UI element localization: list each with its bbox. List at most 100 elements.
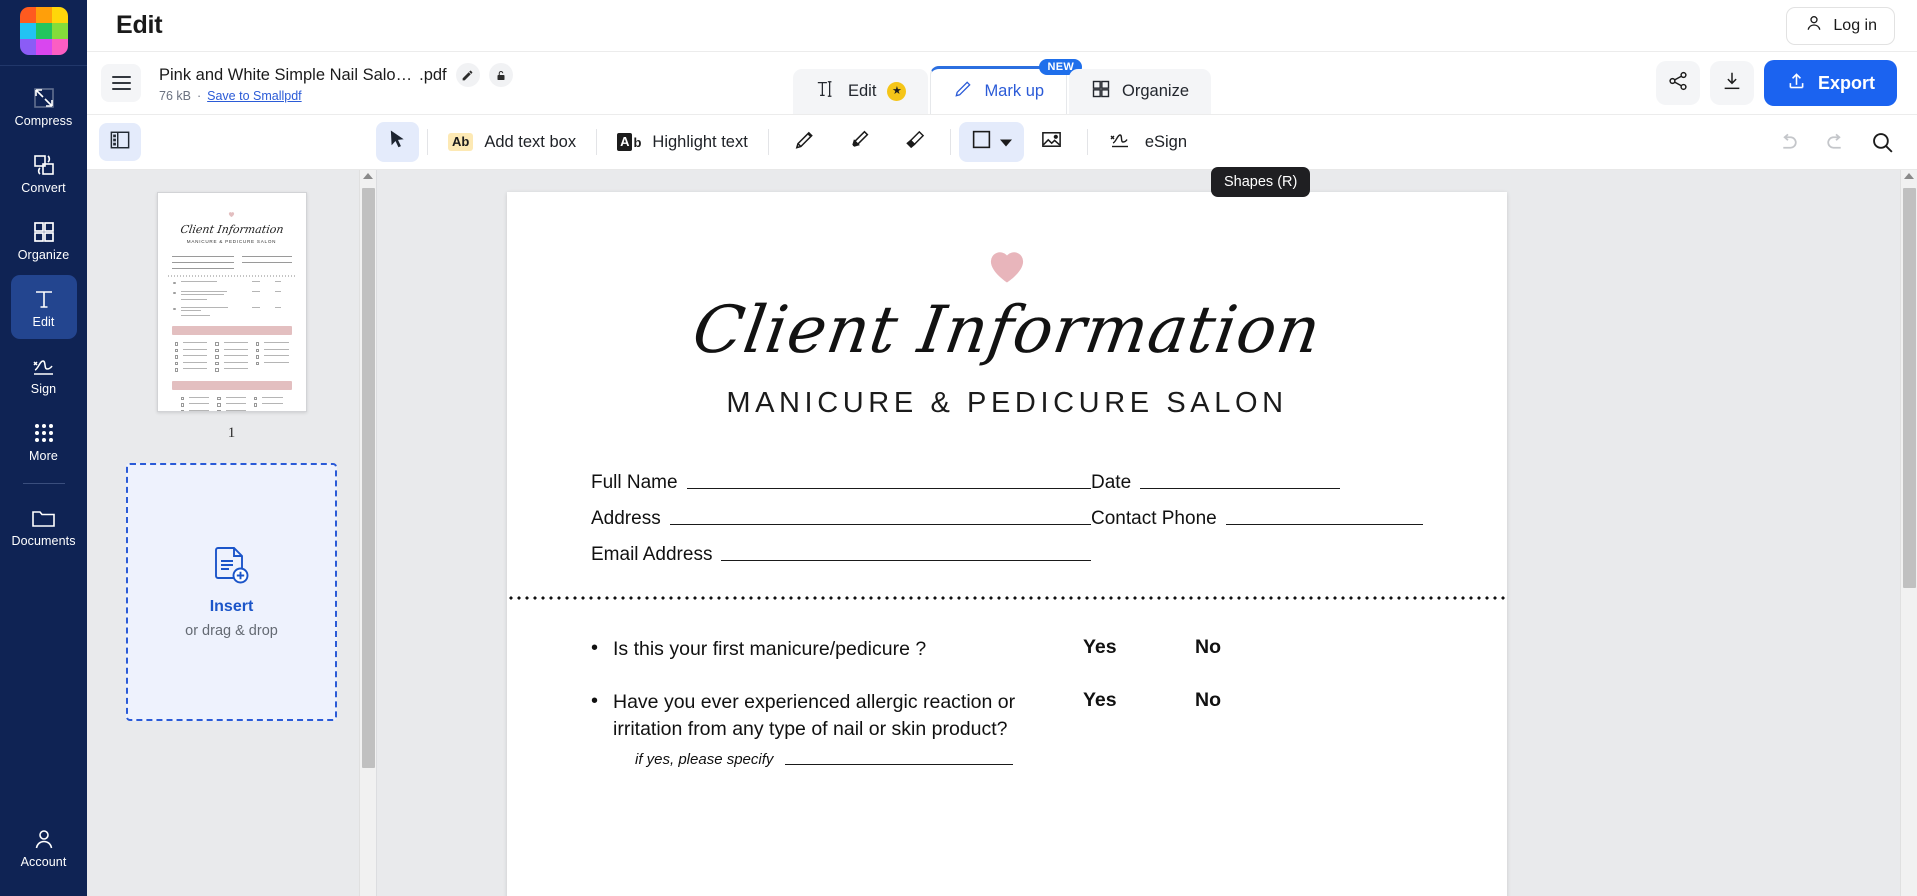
app-header: Edit Log in [87, 0, 1917, 52]
document-canvas[interactable]: Client Information MANICURE & PEDICURE S… [377, 170, 1917, 896]
image-tool[interactable] [1024, 122, 1079, 162]
page-thumbnail-1[interactable]: Client Information MANICURE & PEDICURE S… [156, 192, 307, 412]
esign-label: eSign [1144, 132, 1188, 151]
field-contact-phone: Contact Phone [1091, 508, 1423, 530]
ab-box-icon: Ab [448, 132, 474, 152]
sidebar-item-organize[interactable]: Organize [11, 208, 77, 272]
document-title: Client Information [687, 293, 1327, 368]
field-line[interactable] [686, 488, 1091, 489]
sidebar-item-label: Documents [11, 533, 76, 548]
sidebar-item-more[interactable]: More [11, 409, 77, 473]
field-label: Contact Phone [1091, 508, 1217, 529]
square-shape-icon [971, 129, 992, 155]
highlight-text-tool[interactable]: A b Highlight text [605, 122, 760, 162]
heart-icon [167, 205, 297, 223]
answer-no[interactable]: No [1195, 689, 1221, 712]
unlock-icon[interactable] [488, 63, 513, 87]
sidebar-item-documents[interactable]: Documents [11, 494, 77, 558]
canvas-scrollbar[interactable] [1900, 170, 1917, 896]
insert-page-dropzone[interactable]: Insert or drag & drop [126, 463, 337, 721]
pencil-icon [793, 128, 816, 156]
save-to-smallpdf-link[interactable]: Save to Smallpdf [207, 89, 302, 103]
pencil-icon [953, 79, 973, 104]
insert-label: Insert [209, 597, 254, 615]
scrollbar-thumb[interactable] [362, 188, 375, 768]
scroll-up-arrow-icon[interactable] [363, 173, 373, 179]
field-row: Email Address [591, 544, 1423, 566]
sidebar-item-sign[interactable]: Sign [11, 342, 77, 406]
sidebar-item-label: Sign [30, 381, 57, 396]
left-sidebar: Compress Convert Organize Edit Sign More… [0, 0, 87, 896]
insert-sublabel: or drag & drop [185, 622, 278, 639]
field-label: Date [1091, 472, 1132, 493]
file-actions: Export [1655, 60, 1897, 106]
rail-divider-middle [22, 483, 65, 484]
organize-icon [31, 219, 57, 245]
ab-highlight-b: b [633, 134, 642, 150]
rename-file-button[interactable] [455, 63, 480, 87]
toolbar-divider [767, 129, 769, 155]
answer-yes[interactable]: Yes [1083, 689, 1195, 712]
eraser-tool[interactable] [887, 122, 942, 162]
shapes-tool[interactable] [958, 122, 1024, 162]
smallpdf-logo[interactable] [19, 7, 68, 55]
highlighter-tool[interactable] [832, 122, 887, 162]
specify-label: if yes, please specify [635, 750, 774, 768]
thumbnail-scrollbar[interactable] [359, 170, 376, 896]
tool-group: Ab Add text box A b Highlight text eSign [376, 122, 1199, 162]
side-panel-icon [109, 130, 131, 155]
file-extension: .pdf [419, 65, 447, 84]
field-label: Email Address [591, 544, 713, 565]
login-button[interactable]: Log in [1786, 6, 1895, 45]
download-button[interactable] [1709, 61, 1754, 105]
field-address: Address [591, 508, 1091, 530]
specify-line[interactable] [785, 763, 1014, 765]
thumbnail-subtitle: MANICURE & PEDICURE SALON [186, 239, 277, 244]
question-specify: if yes, please specify [635, 751, 1083, 768]
share-button[interactable] [1655, 61, 1700, 105]
redo-button[interactable] [1823, 130, 1848, 155]
file-menu-button[interactable] [101, 64, 141, 102]
pdf-page-1[interactable]: Client Information MANICURE & PEDICURE S… [507, 192, 1507, 896]
grid-dots-icon [31, 420, 57, 446]
sidebar-item-convert[interactable]: Convert [11, 141, 77, 205]
markup-toolbar: Ab Add text box A b Highlight text eSign… [87, 115, 1917, 197]
add-text-box-tool[interactable]: Ab Add text box [436, 122, 588, 162]
grid-squares-icon [1091, 79, 1111, 104]
scrollbar-thumb[interactable] [1903, 188, 1916, 588]
bullet-icon: • [591, 690, 599, 713]
ab-highlight-icon: A b [617, 132, 642, 152]
tab-markup[interactable]: NEW Mark up [930, 59, 1083, 114]
toggle-thumbnail-panel-button[interactable] [99, 123, 141, 161]
answer-no[interactable]: No [1195, 636, 1221, 659]
answer-yes[interactable]: Yes [1083, 636, 1195, 659]
cursor-arrow-icon [388, 129, 407, 155]
export-button[interactable]: Export [1763, 60, 1897, 106]
mode-tabs: Edit ★ NEW Mark up Organize [793, 59, 1211, 114]
sidebar-item-edit[interactable]: Edit [10, 275, 77, 339]
field-line[interactable] [1140, 488, 1341, 489]
sidebar-item-account[interactable]: Account [11, 815, 77, 879]
select-tool[interactable] [376, 122, 419, 162]
sidebar-item-compress[interactable]: Compress [11, 74, 77, 138]
document-questions: • Is this your first manicure/pedicure ?… [507, 600, 1507, 768]
field-line[interactable] [721, 560, 1091, 561]
sidebar-item-label: More [29, 448, 58, 463]
download-icon [1721, 70, 1743, 97]
thumbnail-panel: Client Information MANICURE & PEDICURE S… [87, 170, 377, 896]
image-icon [1040, 128, 1063, 156]
esign-tool[interactable]: eSign [1096, 122, 1199, 162]
tab-organize[interactable]: Organize [1069, 69, 1211, 114]
field-row: Full Name Date [591, 472, 1423, 494]
search-button[interactable] [1870, 130, 1895, 155]
field-line[interactable] [669, 524, 1091, 525]
tab-edit[interactable]: Edit ★ [793, 69, 929, 114]
draw-tool[interactable] [777, 122, 832, 162]
undo-button[interactable] [1776, 130, 1801, 155]
question-row: • Is this your first manicure/pedicure ?… [591, 636, 1423, 662]
field-date: Date [1091, 472, 1423, 494]
field-line[interactable] [1225, 524, 1423, 525]
scroll-up-arrow-icon[interactable] [1904, 173, 1914, 179]
page-title: Edit [116, 11, 163, 39]
heart-icon [507, 244, 1507, 291]
